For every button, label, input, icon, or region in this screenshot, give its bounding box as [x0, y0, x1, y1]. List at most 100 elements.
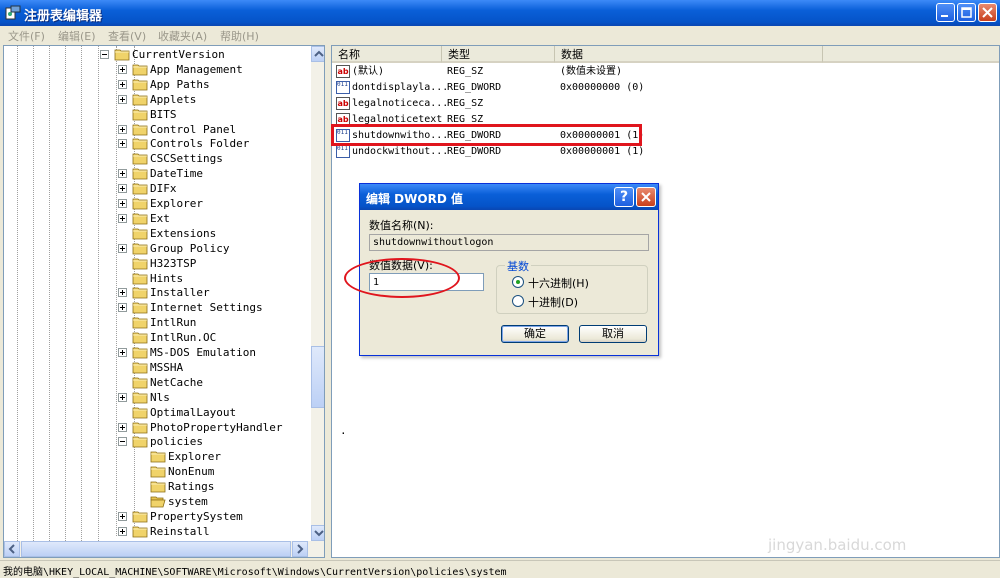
menu-favorites[interactable]: 收藏夹(A): [158, 28, 207, 44]
tree-vertical-scrollbar[interactable]: [311, 46, 324, 541]
tree-item-label: Explorer: [168, 450, 221, 464]
folder-icon: [132, 258, 148, 269]
expand-icon[interactable]: [118, 184, 127, 194]
tree-guide-line: [81, 46, 83, 541]
tree-item-label: H323TSP: [150, 256, 197, 270]
regedit-app-icon: [5, 5, 21, 20]
hex-radio[interactable]: [512, 276, 524, 288]
value-name: legalnoticeca...: [352, 98, 449, 109]
string-value-icon: ab: [336, 97, 350, 110]
menu-view[interactable]: 查看(V): [108, 28, 146, 44]
folder-icon: [132, 302, 148, 314]
tree-horizontal-scrollbar[interactable]: [4, 541, 324, 557]
tree-item-label: Hints: [150, 271, 184, 285]
value-name: dontdisplayla...: [352, 82, 449, 93]
column-header-data[interactable]: 数据: [555, 46, 823, 63]
scroll-thumb[interactable]: [311, 346, 324, 408]
title-bar[interactable]: 注册表编辑器: [0, 0, 1000, 26]
hex-radio-label[interactable]: 十六进制(H): [528, 275, 589, 291]
tree-item-label: App Paths: [150, 77, 210, 91]
folder-icon: [132, 124, 148, 135]
collapse-icon[interactable]: [118, 437, 127, 447]
collapse-icon[interactable]: [100, 50, 109, 59]
tree-guide-line: [17, 46, 19, 541]
value-type: REG_SZ: [447, 98, 484, 109]
expand-icon[interactable]: [118, 303, 127, 313]
scroll-left-button[interactable]: [4, 541, 20, 557]
tree-item-label: Installer: [150, 286, 210, 300]
menu-help[interactable]: 帮助(H): [220, 28, 259, 44]
scroll-down-button[interactable]: [311, 525, 324, 541]
folder-icon: [132, 362, 148, 374]
expand-icon[interactable]: [118, 169, 127, 179]
value-row[interactable]: 011 110 010undockwithout...REG_DWORD 0x00…: [332, 144, 972, 160]
folder-icon: [132, 273, 148, 284]
folder-icon: [132, 392, 148, 404]
dialog-title-bar[interactable]: 编辑 DWORD 值 ?: [360, 184, 658, 210]
expand-icon[interactable]: [118, 422, 127, 432]
tree-item-label: Controls Folder: [150, 137, 250, 151]
tree-item-label: Internet Settings: [150, 301, 263, 315]
horizontal-scroll-thumb[interactable]: [21, 541, 291, 557]
close-button[interactable]: [978, 3, 997, 22]
menu-edit[interactable]: 编辑(E): [58, 28, 96, 44]
dialog-close-button[interactable]: [636, 187, 656, 207]
expand-icon[interactable]: [118, 199, 127, 208]
menu-file[interactable]: 文件(F): [8, 28, 45, 44]
tree-item-label: DIFx: [150, 182, 177, 196]
tree-guide-line: [33, 46, 35, 541]
decimal-radio[interactable]: [512, 295, 524, 307]
minimize-button[interactable]: [936, 3, 955, 22]
expand-icon[interactable]: [118, 124, 127, 134]
status-bar: 我的电脑\HKEY_LOCAL_MACHINE\SOFTWARE\Microso…: [0, 560, 1000, 578]
folder-icon: [132, 347, 148, 359]
column-header-filler: [823, 46, 999, 63]
scroll-right-button[interactable]: [292, 541, 308, 557]
expand-icon[interactable]: [118, 511, 127, 521]
value-name-label: 数值名称(N):: [369, 219, 434, 232]
binary-value-icon: 011 110 010: [336, 145, 350, 158]
stray-dot: .: [340, 424, 347, 437]
expand-icon[interactable]: [118, 64, 127, 74]
maximize-button[interactable]: [957, 3, 976, 22]
folder-icon: [132, 168, 148, 180]
tree-item-label: policies: [150, 435, 203, 449]
folder-icon: [132, 317, 148, 329]
minimize-icon: [941, 15, 948, 17]
tree-item-label: MS-DOS Emulation: [150, 346, 256, 359]
decimal-radio-label[interactable]: 十进制(D): [528, 294, 578, 310]
expand-icon[interactable]: [118, 213, 127, 223]
tree-item-label: IntlRun.OC: [150, 331, 217, 345]
tree-item-label: NonEnum: [168, 465, 215, 479]
expand-icon[interactable]: [118, 348, 127, 357]
tree-item-label: NetCache: [150, 375, 203, 389]
column-header-name[interactable]: 名称: [332, 46, 442, 63]
expand-icon[interactable]: [118, 526, 127, 536]
tree-item-label: DateTime: [150, 167, 203, 181]
close-icon: [982, 7, 993, 18]
cancel-button[interactable]: 取消: [579, 325, 647, 343]
folder-icon: [132, 436, 148, 448]
value-type: REG_DWORD: [447, 82, 502, 93]
tree-guide-line: [65, 46, 67, 541]
value-row[interactable]: ab legalnoticeca... REG_SZ: [332, 96, 972, 112]
value-name-field: shutdownwithoutlogon: [369, 234, 649, 251]
folder-icon: [132, 407, 148, 418]
expand-icon[interactable]: [118, 79, 127, 89]
expand-icon[interactable]: [118, 392, 127, 402]
scroll-up-button[interactable]: [311, 46, 324, 62]
ok-button[interactable]: 确定: [501, 325, 569, 343]
folder-icon: [132, 228, 148, 240]
folder-icon: [150, 451, 166, 463]
expand-icon[interactable]: [118, 94, 127, 104]
expand-icon[interactable]: [118, 139, 127, 149]
expand-icon[interactable]: [118, 288, 127, 298]
column-header-type[interactable]: 类型: [442, 46, 555, 63]
key-tree-pane[interactable]: CurrentVersion App Management App Paths App…: [3, 45, 325, 558]
value-data: 0x00000001 (1): [560, 146, 645, 157]
value-row[interactable]: 011 110 010dontdisplayla...REG_DWORD 0x00…: [332, 80, 972, 96]
dialog-help-button[interactable]: ?: [614, 187, 634, 207]
value-row[interactable]: ab (默认) REG_SZ (数值未设置): [332, 64, 972, 80]
tree-item-label: system: [168, 495, 208, 508]
expand-icon[interactable]: [118, 243, 127, 253]
